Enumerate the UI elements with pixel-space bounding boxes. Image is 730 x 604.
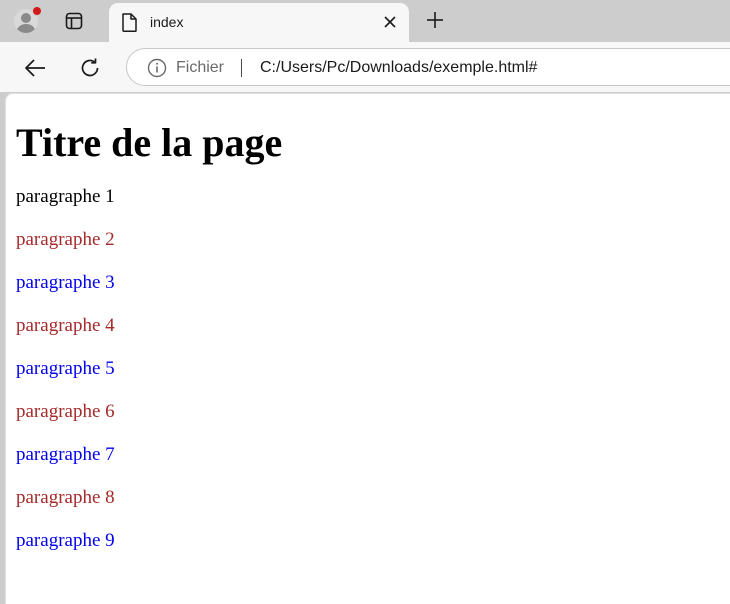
info-icon (147, 58, 167, 78)
url-text[interactable]: C:/Users/Pc/Downloads/exemple.html# (260, 58, 537, 78)
new-tab-button[interactable] (423, 8, 447, 32)
page-content: Titre de la page paragraphe 1 paragraphe… (5, 93, 730, 604)
tab-actions-icon (65, 12, 83, 30)
paragraph-5: paragraphe 5 (16, 358, 115, 379)
tab-title: index (150, 14, 184, 30)
plus-icon (427, 12, 443, 28)
tab-index[interactable]: index (109, 3, 409, 42)
paragraph-2: paragraphe 2 (16, 229, 115, 250)
reload-icon (81, 58, 99, 77)
avatar-head (21, 13, 31, 23)
address-separator (241, 59, 242, 77)
paragraph-8: paragraphe 8 (16, 487, 115, 508)
notification-dot (32, 6, 42, 16)
document-body: Titre de la page paragraphe 1 paragraphe… (6, 118, 730, 552)
toolbar: Fichier C:/Users/Pc/Downloads/exemple.ht… (0, 42, 730, 92)
document-icon (122, 13, 137, 32)
arrow-left-icon (25, 59, 45, 77)
paragraph-1: paragraphe 1 (16, 186, 115, 207)
avatar-body (17, 24, 35, 33)
browser-window: index Fichier C:/Users/Pc/Downloads/exem… (0, 0, 730, 604)
tab-actions-button[interactable] (62, 9, 86, 33)
back-button[interactable] (22, 55, 48, 81)
site-info-label: Fichier (176, 59, 225, 76)
paragraph-4: paragraphe 4 (16, 315, 115, 336)
page-heading: Titre de la page (16, 120, 283, 165)
close-icon (384, 16, 396, 28)
tab-close-button[interactable] (381, 13, 399, 31)
paragraph-list: paragraphe 1 paragraphe 2 paragraphe 3 p… (16, 186, 730, 552)
site-info-button[interactable]: Fichier (147, 58, 224, 78)
tab-strip: index (0, 0, 730, 42)
address-bar[interactable]: Fichier C:/Users/Pc/Downloads/exemple.ht… (126, 48, 730, 86)
paragraph-6: paragraphe 6 (16, 401, 115, 422)
reload-button[interactable] (77, 55, 103, 81)
paragraph-7: paragraphe 7 (16, 444, 115, 465)
paragraph-9: paragraphe 9 (16, 530, 115, 551)
paragraph-3: paragraphe 3 (16, 272, 115, 293)
